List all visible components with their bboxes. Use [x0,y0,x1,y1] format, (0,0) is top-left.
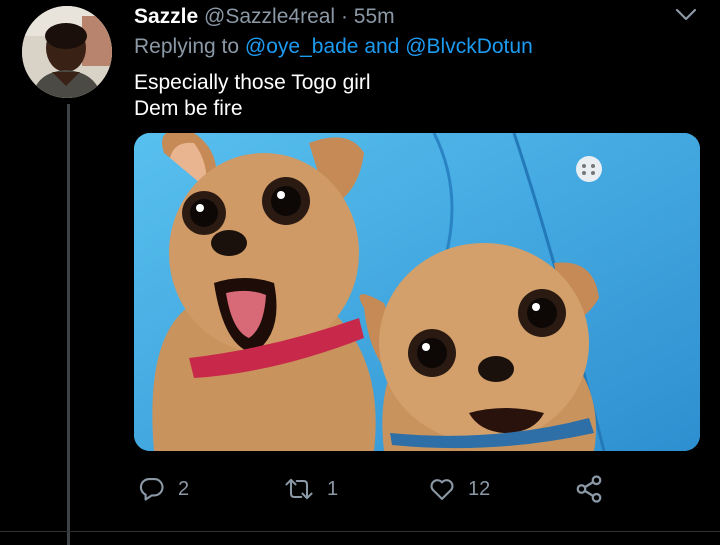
chihuahua-photo [134,133,700,451]
mention-link-1[interactable]: @oye_bade [245,35,359,58]
reply-icon[interactable] [138,475,166,503]
like-action[interactable]: 12 [428,473,490,505]
tweet-actions: 2 1 12 [0,473,720,505]
tweet-text-line-2: Dem be fire [134,97,243,120]
timestamp[interactable]: 55m [354,5,395,28]
display-name[interactable]: Sazzle [134,5,198,28]
retweet-count: 1 [327,477,339,500]
avatar-photo [22,6,112,98]
retweet-action[interactable]: 1 [283,473,338,505]
mention-link-2[interactable]: @BlvckDotun [405,35,533,58]
tweet-header: Sazzle @Sazzle4real · 55m [134,5,395,29]
mention-joiner: and [364,35,400,58]
heart-icon[interactable] [428,475,456,503]
user-handle[interactable]: @Sazzle4real [204,5,335,28]
replying-prefix: Replying to [134,35,240,58]
chevron-down-icon[interactable] [672,4,700,26]
reply-count: 2 [178,477,190,500]
retweet-icon[interactable] [283,475,315,503]
tweet-image[interactable] [134,133,700,451]
tweet-text-line-1: Especially those Togo girl [134,71,371,94]
share-icon[interactable] [574,474,604,504]
reply-action[interactable]: 2 [138,473,189,505]
like-count: 12 [468,477,491,500]
replying-to: Replying to @oye_bade and @BlvckDotun [134,35,533,59]
tweet-text: Especially those Togo girl Dem be fire [134,70,371,122]
share-action[interactable] [574,473,604,505]
tweet-divider [0,531,720,532]
avatar[interactable] [22,6,112,98]
separator-dot: · [340,5,348,28]
